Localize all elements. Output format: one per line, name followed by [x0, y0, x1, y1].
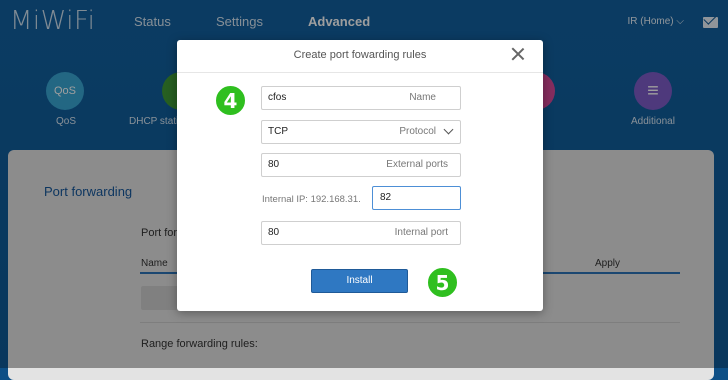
external-ports-value: 80 — [268, 159, 280, 170]
internal-ip-value: 82 — [380, 192, 392, 203]
external-ports-field[interactable]: 80 External ports — [261, 153, 461, 177]
name-label: Name — [409, 92, 436, 103]
name-value: cfos — [268, 92, 287, 103]
internal-port-value: 80 — [268, 227, 280, 238]
internal-ip-field[interactable]: 82 — [372, 186, 461, 210]
internal-ip-prefix: Internal IP: 192.168.31. — [262, 194, 361, 205]
dialog-header: Create port fowarding rules — [177, 40, 543, 73]
step-badge-5: 5 — [426, 266, 459, 299]
protocol-select[interactable]: TCP Protocol — [261, 120, 461, 144]
close-icon[interactable] — [511, 47, 525, 61]
protocol-label: Protocol — [399, 126, 436, 137]
protocol-value: TCP — [268, 126, 288, 137]
chevron-down-icon — [443, 124, 454, 135]
internal-port-field[interactable]: 80 Internal port — [261, 221, 461, 245]
internal-port-label: Internal port — [394, 227, 448, 238]
name-field[interactable]: cfos Name — [261, 86, 461, 110]
install-button[interactable]: Install — [311, 269, 408, 293]
step-badge-4: 4 — [214, 84, 247, 117]
create-port-forwarding-dialog: Create port fowarding rules cfos Name TC… — [177, 40, 543, 311]
dialog-title: Create port fowarding rules — [293, 49, 427, 61]
external-ports-label: External ports — [386, 159, 448, 170]
